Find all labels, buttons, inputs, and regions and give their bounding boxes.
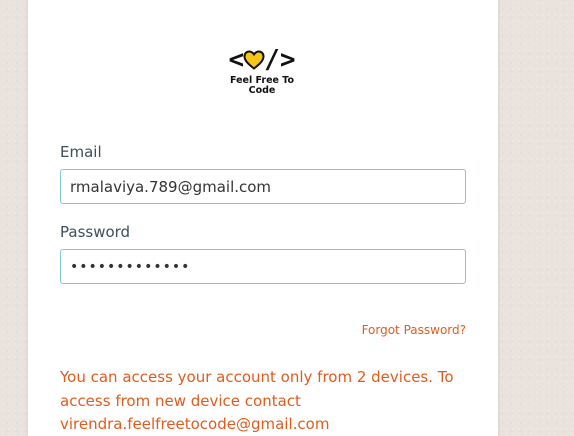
forgot-password-link[interactable]: Forgot Password? — [362, 323, 466, 337]
heart-icon — [243, 50, 265, 70]
device-limit-notice: You can access your account only from 2 … — [60, 368, 454, 433]
login-card: < /> Feel Free To Code Email rmalaviya.78… — [28, 0, 498, 436]
logo-text: Feel Free To Code — [229, 75, 295, 96]
email-label: Email — [60, 143, 102, 161]
less-than-glyph: < — [228, 45, 245, 75]
brand-logo: < /> Feel Free To Code — [226, 47, 298, 96]
password-input[interactable]: ••••••••••••• — [60, 249, 466, 284]
slash-greater-than-glyph: /> — [264, 45, 296, 75]
password-label: Password — [60, 223, 131, 241]
email-input[interactable]: rmalaviya.789@gmail.com — [60, 169, 466, 204]
logo-code-heart: < /> — [226, 47, 298, 73]
